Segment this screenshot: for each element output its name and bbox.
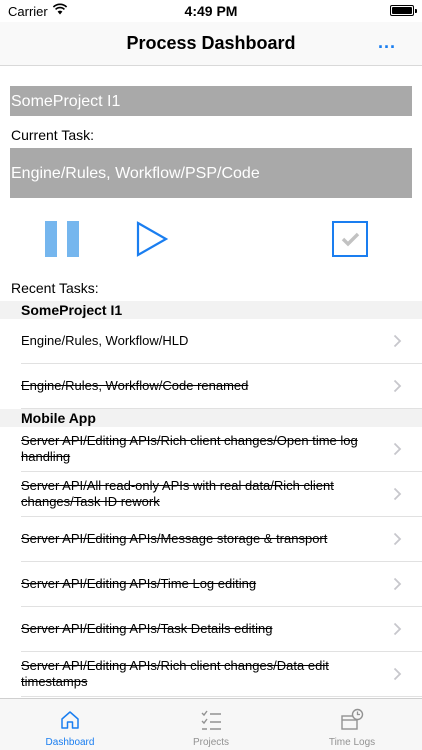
current-task-value[interactable]: Engine/Rules, Workflow/PSP/Code — [10, 148, 412, 198]
task-row[interactable]: Server API/Editing APIs/Time Log editing — [21, 562, 422, 607]
task-name: Server API/Editing APIs/Rich client chan… — [21, 658, 329, 689]
status-bar: Carrier 4:49 PM — [0, 0, 422, 22]
chevron-right-icon — [393, 442, 402, 456]
project-name[interactable]: SomeProject I1 — [10, 86, 412, 116]
section-header: SomeProject I1 — [0, 301, 422, 319]
navigation-bar: Process Dashboard ... — [0, 22, 422, 66]
task-name: Server API/All read-only APIs with real … — [21, 478, 334, 509]
battery-icon — [390, 5, 417, 16]
task-name: Engine/Rules, Workflow/Code renamed — [21, 378, 249, 393]
task-row[interactable]: Server API/Editing APIs/Rich client chan… — [21, 652, 422, 697]
play-button[interactable] — [135, 220, 169, 258]
tab-label: Projects — [192, 737, 230, 748]
task-name: Server API/Editing APIs/Rich client chan… — [21, 433, 358, 464]
current-task-label: Current Task: — [11, 127, 94, 143]
more-button[interactable]: ... — [378, 32, 396, 53]
checkmark-icon — [341, 232, 360, 247]
checklist-icon — [201, 710, 221, 730]
task-row[interactable]: Server API/Editing APIs/Message storage … — [21, 517, 422, 562]
task-row[interactable]: Engine/Rules, Workflow/HLD — [21, 319, 422, 364]
task-row[interactable]: Server API/All read-only APIs with real … — [21, 472, 422, 517]
tab-bar: Dashboard Projects Time Logs — [0, 698, 422, 750]
pause-button[interactable] — [45, 221, 79, 257]
task-name: Server API/Editing APIs/Time Log editing — [21, 576, 257, 591]
task-row[interactable]: Server API/Editing APIs/Task Details edi… — [21, 607, 422, 652]
recent-task-list[interactable]: SomeProject I1 Engine/Rules, Workflow/HLD… — [0, 301, 422, 698]
task-name: Server API/Editing APIs/Message storage … — [21, 531, 328, 546]
clock: 4:49 PM — [184, 3, 238, 19]
tab-label: Time Logs — [328, 737, 376, 748]
recent-tasks-label: Recent Tasks: — [11, 280, 99, 296]
tab-time-logs[interactable]: Time Logs — [282, 699, 422, 750]
chevron-right-icon — [393, 622, 402, 636]
complete-task-button[interactable] — [332, 221, 368, 257]
chevron-right-icon — [393, 334, 402, 348]
tab-projects[interactable]: Projects — [141, 699, 281, 750]
page-title: Process Dashboard — [126, 33, 296, 53]
task-row[interactable]: Engine/Rules, Workflow/Code renamed — [21, 364, 422, 409]
chevron-right-icon — [393, 667, 402, 681]
tab-label: Dashboard — [45, 737, 95, 748]
chevron-right-icon — [393, 487, 402, 501]
task-name: Engine/Rules, Workflow/HLD — [21, 333, 189, 348]
chevron-right-icon — [393, 577, 402, 591]
chevron-right-icon — [393, 532, 402, 546]
tab-dashboard[interactable]: Dashboard — [0, 699, 140, 750]
task-row[interactable]: Server API/Editing APIs/Rich client chan… — [21, 427, 422, 472]
home-icon — [61, 711, 79, 729]
section-header: Mobile App — [0, 409, 422, 427]
pause-icon — [45, 221, 57, 257]
chevron-right-icon — [393, 379, 402, 393]
task-name: Server API/Editing APIs/Task Details edi… — [21, 621, 273, 636]
time-log-icon — [341, 708, 364, 730]
